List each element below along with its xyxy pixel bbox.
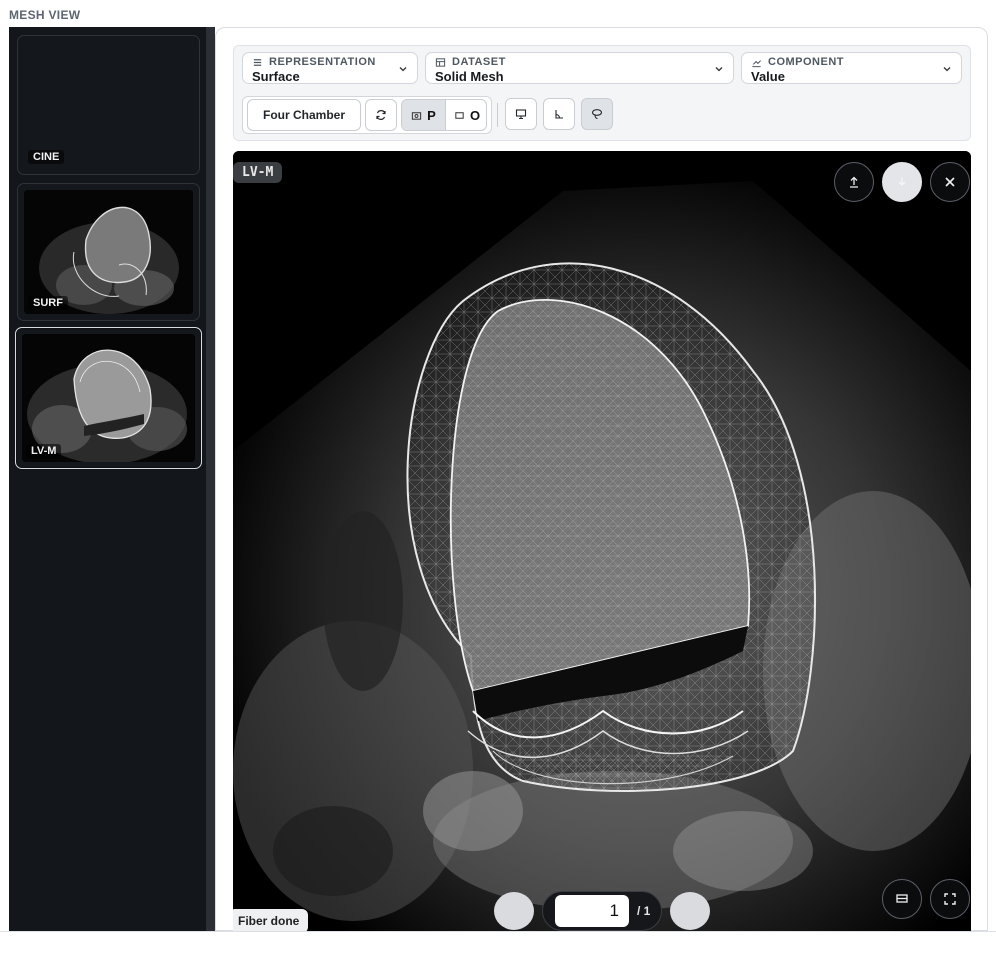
lasso-icon bbox=[591, 109, 603, 120]
sidebar-scrollbar[interactable] bbox=[206, 27, 215, 931]
refresh-icon bbox=[376, 110, 386, 120]
sidebar: CINE SURF LV-M bbox=[9, 27, 215, 931]
lasso-button[interactable] bbox=[581, 98, 613, 130]
sidebar-item-label: CINE bbox=[28, 150, 65, 164]
reset-view-button[interactable] bbox=[365, 99, 397, 131]
app-root: MESH VIEW CINE SURF LV-M REPRESENTATION … bbox=[0, 0, 996, 957]
sidebar-item-cine[interactable]: CINE bbox=[17, 35, 200, 175]
square-icon bbox=[455, 111, 464, 119]
dataset-caption: DATASET bbox=[435, 56, 506, 68]
view-controls-group: Four Chamber P O bbox=[242, 96, 492, 134]
dataset-label: DATASET bbox=[452, 56, 506, 68]
screen-view-button[interactable] bbox=[505, 98, 537, 130]
upload-button[interactable] bbox=[834, 162, 874, 202]
mesh-render bbox=[233, 151, 971, 932]
four-chamber-button[interactable]: Four Chamber bbox=[247, 99, 361, 131]
camera-icon bbox=[412, 111, 422, 120]
orthographic-label: O bbox=[469, 107, 481, 123]
component-value: Value bbox=[751, 69, 785, 84]
chevron-down-icon bbox=[399, 67, 407, 72]
status-badge: Fiber done bbox=[233, 909, 309, 932]
close-button[interactable] bbox=[930, 162, 970, 202]
fullscreen-icon bbox=[944, 893, 956, 905]
page-total: / 1 bbox=[637, 904, 651, 918]
mesh-viewer[interactable]: LV-M 1 / 1 Fiber done bbox=[233, 151, 971, 932]
sidebar-item-lv-m[interactable]: LV-M bbox=[15, 327, 202, 469]
close-icon bbox=[945, 177, 955, 187]
component-select[interactable]: COMPONENT Value bbox=[741, 52, 962, 84]
component-label: COMPONENT bbox=[768, 56, 844, 68]
sidebar-item-label: SURF bbox=[28, 296, 68, 310]
projection-toggle: P O bbox=[401, 99, 487, 131]
fit-icon bbox=[896, 894, 908, 903]
dataset-value: Solid Mesh bbox=[435, 69, 504, 84]
dataset-select[interactable]: DATASET Solid Mesh bbox=[425, 52, 734, 84]
angle-measure-button[interactable] bbox=[543, 98, 575, 130]
representation-value: Surface bbox=[252, 69, 300, 84]
fullscreen-button[interactable] bbox=[930, 879, 970, 919]
component-caption: COMPONENT bbox=[751, 56, 844, 68]
perspective-label: P bbox=[427, 107, 436, 123]
download-icon bbox=[898, 177, 906, 186]
list-icon bbox=[253, 58, 262, 66]
chevron-down-icon bbox=[715, 67, 723, 72]
fit-view-button[interactable] bbox=[882, 879, 922, 919]
perspective-button[interactable]: P bbox=[402, 100, 445, 130]
chart-line-icon bbox=[752, 59, 761, 67]
toolbar-divider bbox=[497, 103, 498, 127]
app-title: MESH VIEW bbox=[9, 8, 81, 22]
main-panel: REPRESENTATION Surface DATASET Solid Mes… bbox=[215, 27, 988, 932]
pager: 1 / 1 bbox=[542, 891, 662, 931]
toolbar: REPRESENTATION Surface DATASET Solid Mes… bbox=[233, 45, 971, 141]
previous-page-button[interactable] bbox=[494, 892, 534, 930]
orthographic-button[interactable]: O bbox=[445, 100, 486, 130]
chevron-down-icon bbox=[943, 67, 951, 72]
representation-label: REPRESENTATION bbox=[269, 56, 376, 68]
download-button[interactable] bbox=[882, 162, 922, 202]
table-icon bbox=[435, 57, 446, 67]
thumbnail-image: LV-M bbox=[22, 334, 195, 462]
angle-icon bbox=[555, 110, 563, 119]
thumbnail-image: SURF bbox=[24, 190, 193, 314]
next-page-button[interactable] bbox=[670, 892, 710, 930]
upload-icon bbox=[850, 176, 858, 188]
monitor-icon bbox=[515, 109, 527, 120]
sidebar-item-surf[interactable]: SURF bbox=[17, 183, 200, 321]
bottom-bar bbox=[0, 931, 996, 957]
representation-caption: REPRESENTATION bbox=[252, 56, 376, 68]
page-input[interactable]: 1 bbox=[555, 895, 629, 927]
sidebar-item-label: LV-M bbox=[26, 444, 62, 458]
view-badge: LV-M bbox=[233, 162, 283, 183]
representation-select[interactable]: REPRESENTATION Surface bbox=[242, 52, 418, 84]
